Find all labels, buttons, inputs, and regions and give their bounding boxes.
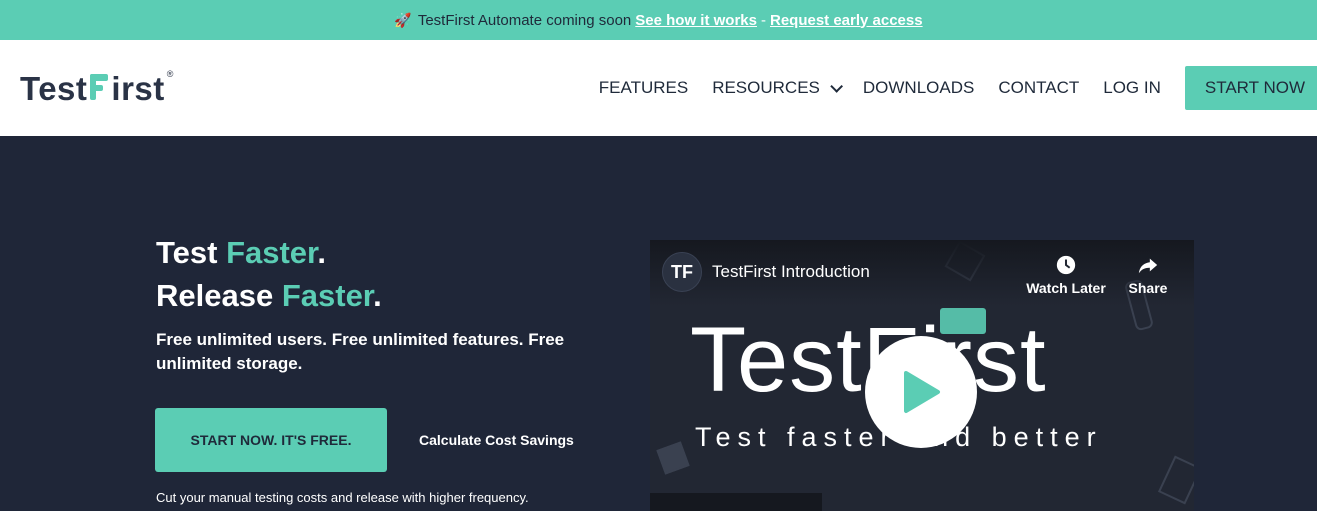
channel-avatar[interactable]: TF [662,252,702,292]
start-now-button[interactable]: START NOW [1184,66,1317,110]
registered-mark: ® [166,69,174,79]
intro-video-player[interactable]: TF TestFirst Introduction Watch Later Sh… [650,240,1194,511]
headline-line-1: Test Faster. [156,231,382,274]
hero-headline: Test Faster. Release Faster. [156,231,382,317]
clock-icon [1056,255,1076,275]
hero-subheading: Free unlimited users. Free unlimited fea… [156,330,565,373]
see-how-it-works-link[interactable]: See how it works [635,12,757,29]
play-button[interactable] [865,336,977,448]
announcement-text: TestFirst Automate coming soon [417,11,632,29]
headline-period-1: . [317,235,327,270]
headline-line-2: Release Faster. [156,274,382,317]
watch-later-label: Watch Later [1026,280,1106,296]
headline-accent-faster-1: Faster [226,235,318,270]
headline-word-test: Test [156,235,227,270]
nav-features[interactable]: FEATURES [599,78,688,98]
chevron-down-icon [830,79,843,93]
share-label: Share [1128,280,1168,296]
announcement-bar: 🚀 TestFirst Automate coming soon See how… [0,0,1317,40]
nav-resources-label: RESOURCES [712,78,820,97]
logo-text-irst: irst [111,70,165,107]
headline-word-release: Release [156,278,282,313]
watch-later-button[interactable]: Watch Later [1026,254,1106,296]
decor-shape [1157,455,1194,505]
announcement-separator: - [760,11,766,29]
nav-log-in[interactable]: LOG IN [1103,78,1161,98]
testfirst-logo[interactable]: Test irst ® [20,69,174,108]
nav-downloads[interactable]: DOWNLOADS [863,78,974,98]
play-icon [904,371,940,413]
decor-shape [656,441,690,475]
calculate-cost-savings-link[interactable]: Calculate Cost Savings [419,432,574,448]
hero-section: Test Faster. Release Faster. Free unlimi… [0,136,1317,511]
hero-footnote: Cut your manual testing costs and releas… [156,490,529,505]
share-button[interactable]: Share [1108,254,1188,296]
top-navigation: Test irst ® FEATURES RESOURCES DOWNLOADS… [0,40,1317,136]
logo-f-mark-icon [88,70,110,104]
nav-resources[interactable]: RESOURCES [712,78,843,98]
share-arrow-icon [1138,258,1158,274]
headline-period-2: . [373,278,382,313]
main-menu: FEATURES RESOURCES DOWNLOADS CONTACT LOG… [599,40,1317,136]
nav-contact[interactable]: CONTACT [998,78,1079,98]
video-bottom-strip [650,493,822,511]
start-free-button[interactable]: START NOW. IT'S FREE. [155,408,387,472]
video-title[interactable]: TestFirst Introduction [712,262,870,282]
headline-accent-faster-2: Faster [281,278,374,313]
rocket-icon: 🚀 [394,11,412,28]
logo-text-test: Test [20,70,88,107]
request-early-access-link[interactable]: Request early access [770,12,923,29]
